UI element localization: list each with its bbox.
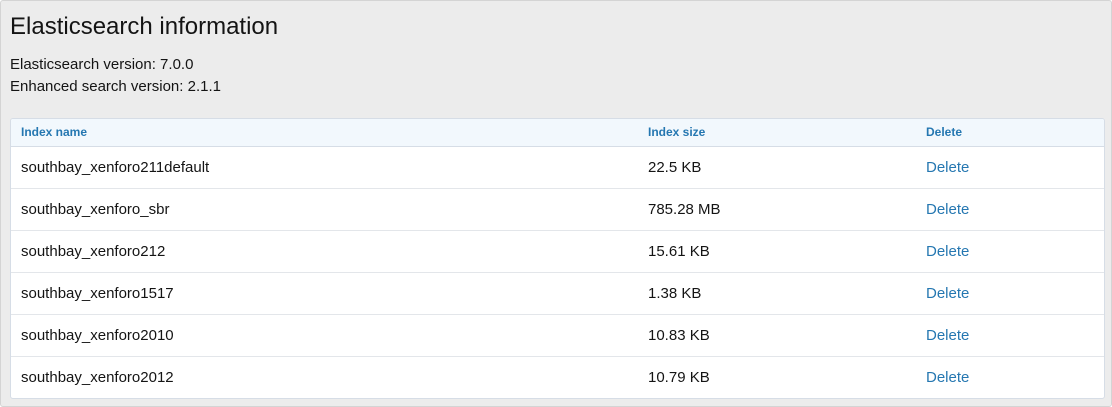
index-size: 10.83 KB	[648, 327, 710, 344]
elasticsearch-version: Elasticsearch version: 7.0.0	[10, 56, 194, 73]
table-row: southbay_xenforo2010 10.83 KB Delete	[11, 315, 1104, 357]
index-name: southbay_xenforo212	[21, 243, 166, 260]
index-size: 22.5 KB	[648, 159, 702, 176]
table-row: southbay_xenforo2012 10.79 KB Delete	[11, 357, 1104, 398]
index-size: 1.38 KB	[648, 285, 702, 302]
index-name: southbay_xenforo2010	[21, 327, 174, 344]
delete-link[interactable]: Delete	[926, 231, 969, 272]
header-delete: Delete	[926, 125, 963, 139]
table-row: southbay_xenforo212 15.61 KB Delete	[11, 231, 1104, 273]
delete-link[interactable]: Delete	[926, 189, 969, 230]
delete-link[interactable]: Delete	[926, 273, 969, 314]
index-name: southbay_xenforo_sbr	[21, 201, 170, 218]
table-header: Index name Index size Delete	[11, 119, 1104, 147]
header-index-name: Index name	[21, 125, 88, 139]
index-name: southbay_xenforo1517	[21, 285, 174, 302]
enhanced-search-version: Enhanced search version: 2.1.1	[10, 78, 221, 95]
table-row: southbay_xenforo1517 1.38 KB Delete	[11, 273, 1104, 315]
header-index-size: Index size	[648, 125, 706, 139]
delete-link[interactable]: Delete	[926, 357, 969, 398]
delete-link[interactable]: Delete	[926, 147, 969, 188]
index-size: 15.61 KB	[648, 243, 710, 260]
page-title: Elasticsearch information	[10, 13, 279, 40]
index-size: 785.28 MB	[648, 201, 721, 218]
table-row: southbay_xenforo211default 22.5 KB Delet…	[11, 147, 1104, 189]
elasticsearch-info-panel: Elasticsearch information Elasticsearch …	[0, 0, 1112, 407]
index-size: 10.79 KB	[648, 369, 710, 386]
index-name: southbay_xenforo211default	[21, 159, 210, 176]
table-row: southbay_xenforo_sbr 785.28 MB Delete	[11, 189, 1104, 231]
index-table: Index name Index size Delete southbay_xe…	[10, 118, 1105, 399]
delete-link[interactable]: Delete	[926, 315, 969, 356]
index-name: southbay_xenforo2012	[21, 369, 174, 386]
